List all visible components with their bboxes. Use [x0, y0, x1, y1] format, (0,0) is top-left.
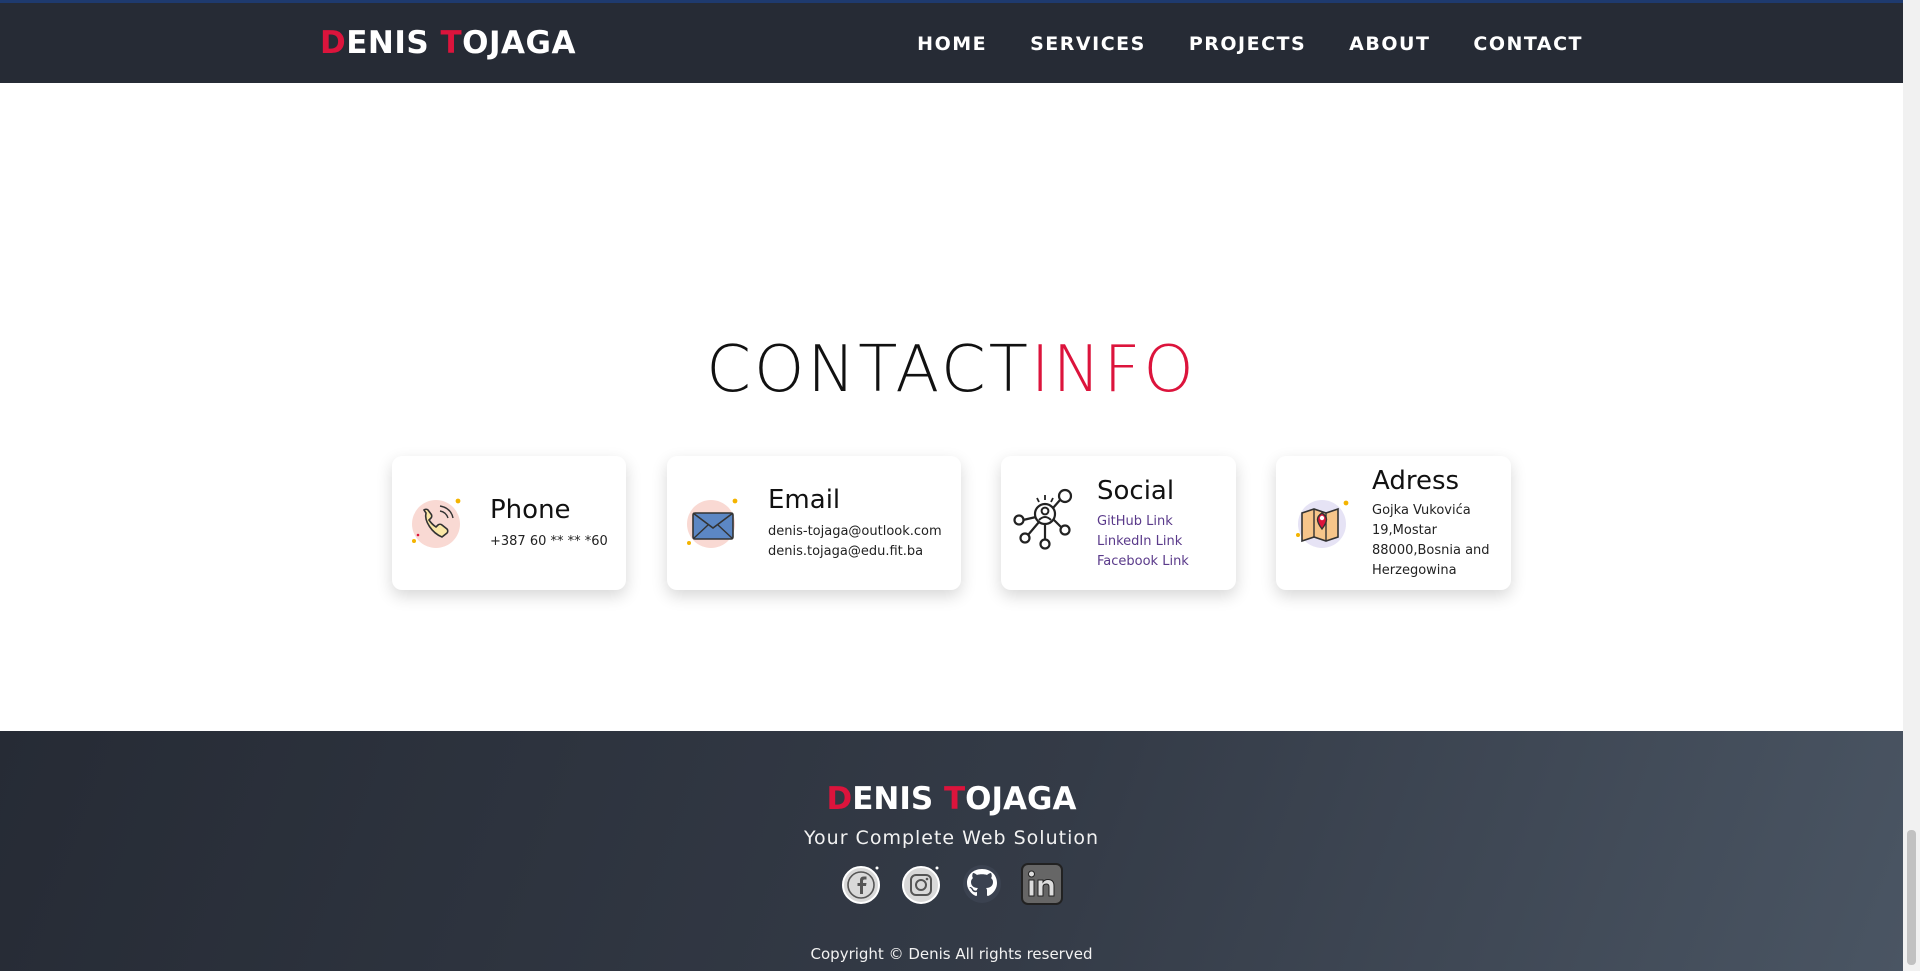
linkedin-icon[interactable] — [1019, 861, 1065, 907]
social-card-title: Social — [1097, 476, 1175, 506]
nav-about-link[interactable]: ABOUT — [1349, 33, 1430, 55]
address-card: Adress Gojka Vukovića 19,Mostar 88000,Bo… — [1276, 456, 1511, 590]
github-icon[interactable] — [959, 861, 1005, 907]
nav-services-link[interactable]: SERVICES — [1030, 33, 1146, 55]
phone-card-title: Phone — [490, 495, 571, 525]
footer-social-icons — [0, 861, 1903, 907]
page-scrollbar[interactable] — [1903, 0, 1920, 971]
phone-card: Phone +387 60 ** ** *60 — [392, 456, 626, 590]
map-pin-icon — [1296, 500, 1349, 548]
brand-first-rest: ENIS — [346, 25, 430, 61]
email-address-1[interactable]: denis-tojaga@outlook.com — [768, 522, 942, 542]
brand-last-rest: OJAGA — [462, 25, 576, 61]
phone-number: +387 60 ** ** *60 — [490, 534, 608, 549]
social-links: GitHub Link LinkedIn Link Facebook Link — [1097, 512, 1189, 572]
envelope-icon — [687, 498, 738, 548]
footer-brand[interactable]: DENIS TOJAGA — [0, 781, 1903, 817]
facebook-link[interactable]: Facebook Link — [1097, 552, 1189, 572]
address-line-2: 19,Mostar — [1372, 523, 1438, 538]
contact-info-heading: CONTACTINFO — [0, 333, 1903, 407]
footer-brand-last-rest: OJAGA — [965, 781, 1077, 817]
footer-brand-initial-d: D — [826, 781, 853, 817]
linkedin-link[interactable]: LinkedIn Link — [1097, 532, 1189, 552]
email-card-title: Email — [768, 485, 841, 515]
footer-copyright: Copyright © Denis All rights reserved — [810, 945, 1093, 963]
nav-home-link[interactable]: HOME — [917, 33, 987, 55]
email-card: Email denis-tojaga@outlook.com denis.toj… — [667, 456, 961, 590]
email-address-2[interactable]: denis.tojaga@edu.fit.ba — [768, 542, 923, 562]
nav-projects-link[interactable]: PROJECTS — [1189, 33, 1306, 55]
address-card-title: Adress — [1372, 466, 1460, 496]
github-link[interactable]: GitHub Link — [1097, 512, 1189, 532]
contact-heading-accent: INFO — [1030, 333, 1197, 407]
page: DENIS TOJAGA HOME SERVICES PROJECTS ABOU… — [0, 0, 1903, 971]
footer-tagline: Your Complete Web Solution — [803, 827, 1100, 849]
footer-brand-initial-t: T — [944, 781, 966, 817]
brand-logo[interactable]: DENIS TOJAGA — [320, 25, 576, 61]
footer-brand-first-rest: ENIS — [852, 781, 934, 817]
address-line-1: Gojka Vukovića — [1372, 503, 1471, 518]
nav-contact-link[interactable]: CONTACT — [1473, 33, 1583, 55]
instagram-icon[interactable] — [899, 861, 945, 907]
phone-icon — [412, 498, 461, 548]
address-line-3: 88000,Bosnia and — [1372, 543, 1490, 558]
address-line-4: Herzegowina — [1372, 563, 1457, 578]
facebook-icon[interactable] — [839, 861, 885, 907]
footer: DENIS TOJAGA Your Complete Web Solution — [0, 731, 1903, 971]
navbar: DENIS TOJAGA HOME SERVICES PROJECTS ABOU… — [0, 0, 1903, 83]
brand-initial-d: D — [320, 25, 347, 61]
main-nav: HOME SERVICES PROJECTS ABOUT CONTACT — [917, 33, 1583, 55]
contact-heading-main: CONTACT — [706, 333, 1031, 407]
social-card: Social GitHub Link LinkedIn Link Faceboo… — [1001, 456, 1236, 590]
scrollbar-thumb[interactable] — [1907, 830, 1916, 965]
network-icon — [1013, 488, 1073, 550]
brand-initial-t: T — [440, 25, 463, 61]
